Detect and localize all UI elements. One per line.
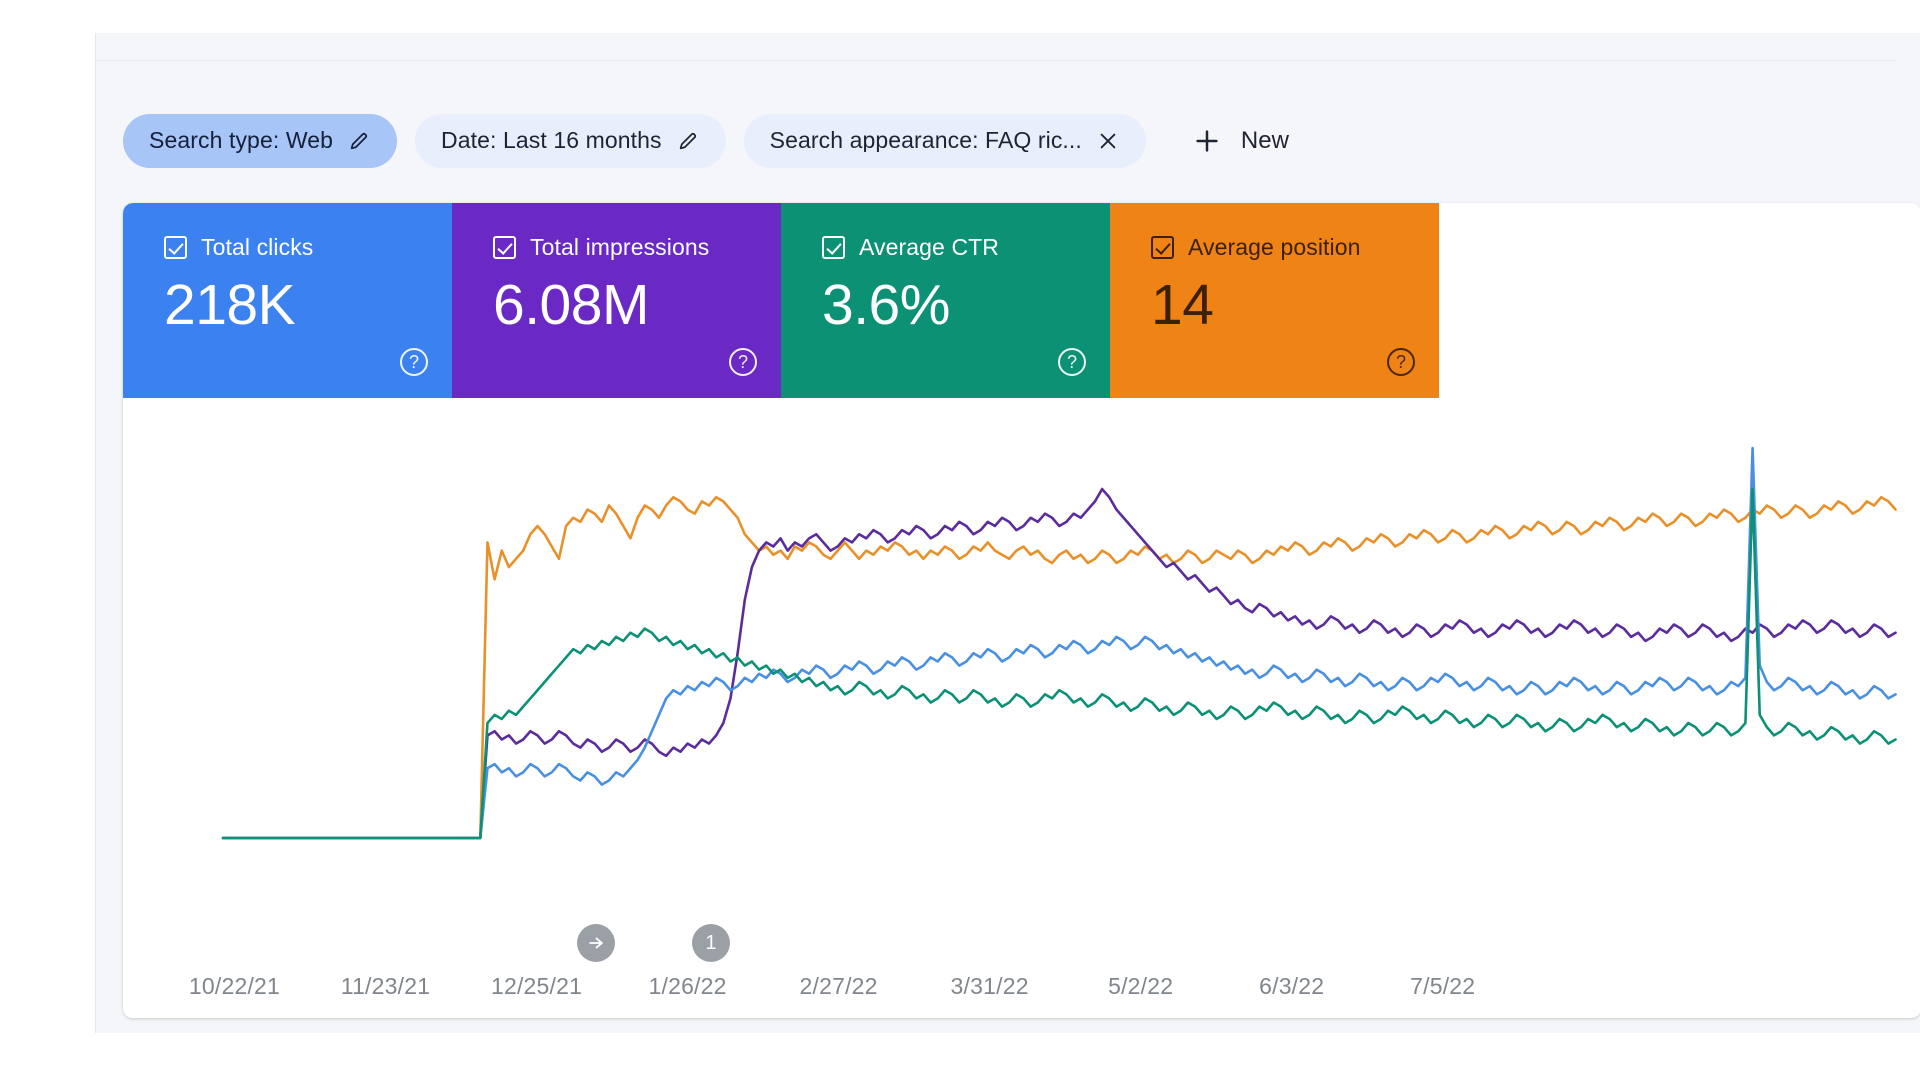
metric-checkbox-average-ctr[interactable] xyxy=(822,236,845,259)
metric-checkbox-total-impressions[interactable] xyxy=(493,236,516,259)
chart-line-total-clicks xyxy=(223,448,1896,838)
annotation-arrow[interactable] xyxy=(576,924,615,962)
x-axis-tick-label: 10/22/21 xyxy=(188,973,281,999)
pencil-icon[interactable] xyxy=(676,129,700,153)
performance-report-card: Total clicks 218K? Total impressions 6.08M?… xyxy=(123,203,1920,1018)
arrow-right-icon xyxy=(589,937,603,949)
filter-bar: Search type: Web Date: Last 16 months Se… xyxy=(96,88,1920,193)
performance-chart: 10/22/21 11/23/21 12/25/21 1/26/22 2/27/22 3/… xyxy=(123,398,1920,1018)
filter-chip-search-type[interactable]: Search type: Web xyxy=(123,113,397,168)
close-icon[interactable] xyxy=(1096,129,1120,153)
filter-chip-date[interactable]: Date: Last 16 months xyxy=(415,113,726,168)
metric-card-average-ctr[interactable]: Average CTR 3.6%? xyxy=(781,203,1110,398)
help-icon[interactable]: ? xyxy=(400,348,428,376)
filter-chip-search-appearance-label: Search appearance: FAQ ric... xyxy=(769,129,1082,152)
x-axis-tick-label: 1/26/22 xyxy=(648,973,727,999)
metric-label-average-position: Average position xyxy=(1188,234,1361,260)
x-axis-tick-label: 5/2/22 xyxy=(1108,973,1174,999)
metric-card-header: Average position xyxy=(1151,236,1439,259)
metric-label-total-clicks: Total clicks xyxy=(201,234,314,260)
metric-value-average-position: 14 xyxy=(1151,273,1214,337)
chart-line-average-ctr xyxy=(223,489,1896,838)
chart-x-axis: 10/22/21 11/23/21 12/25/21 1/26/22 2/27/22 3/… xyxy=(123,973,1920,1013)
metric-label-average-ctr: Average CTR xyxy=(859,234,1000,260)
chart-line-average-position xyxy=(223,497,1896,838)
help-icon[interactable]: ? xyxy=(729,348,757,376)
screenshot-root: Search type: Web Date: Last 16 months Se… xyxy=(0,0,1920,1080)
filter-chip-search-appearance[interactable]: Search appearance: FAQ ric... xyxy=(743,113,1146,168)
plus-icon xyxy=(1192,126,1222,156)
search-console-panel: Search type: Web Date: Last 16 months Se… xyxy=(95,33,1920,1033)
metric-card-header: Total clicks xyxy=(164,236,452,259)
metric-value-total-impressions: 6.08M xyxy=(493,273,649,337)
new-filter-button-label: New xyxy=(1240,126,1289,154)
metric-card-header: Average CTR xyxy=(822,236,1110,259)
metric-value-average-ctr: 3.6% xyxy=(822,273,950,337)
annotation-one[interactable]: 1 xyxy=(691,924,730,962)
metric-checkbox-average-position[interactable] xyxy=(1151,236,1174,259)
metric-card-total-clicks[interactable]: Total clicks 218K? xyxy=(123,203,452,398)
metric-card-total-impressions[interactable]: Total impressions 6.08M? xyxy=(452,203,781,398)
x-axis-tick-label: 11/23/21 xyxy=(340,973,431,999)
x-axis-tick-label: 6/3/22 xyxy=(1259,973,1325,999)
metric-label-total-impressions: Total impressions xyxy=(530,234,710,260)
chart-line-total-impressions xyxy=(223,489,1896,838)
x-axis-tick-label: 7/5/22 xyxy=(1410,973,1476,999)
metric-card-average-position[interactable]: Average position 14? xyxy=(1110,203,1439,398)
help-icon[interactable]: ? xyxy=(1058,348,1086,376)
annotation-count-label: 1 xyxy=(705,932,717,954)
metric-value-total-clicks: 218K xyxy=(164,273,296,337)
filter-chip-date-label: Date: Last 16 months xyxy=(441,127,662,153)
x-axis-tick-label: 3/31/22 xyxy=(950,973,1029,999)
metric-cards-row: Total clicks 218K? Total impressions 6.08M?… xyxy=(123,203,1439,398)
pencil-icon[interactable] xyxy=(347,129,371,153)
chart-canvas xyxy=(123,398,1920,958)
metric-card-header: Total impressions xyxy=(493,236,781,259)
filter-chip-search-type-label: Search type: Web xyxy=(149,127,333,153)
metric-checkbox-total-clicks[interactable] xyxy=(164,236,187,259)
help-icon[interactable]: ? xyxy=(1387,348,1415,376)
x-axis-tick-label: 2/27/22 xyxy=(799,973,878,999)
x-axis-tick-label: 12/25/21 xyxy=(490,973,583,999)
new-filter-button[interactable]: New xyxy=(1180,114,1305,168)
panel-top-divider xyxy=(96,60,1896,61)
